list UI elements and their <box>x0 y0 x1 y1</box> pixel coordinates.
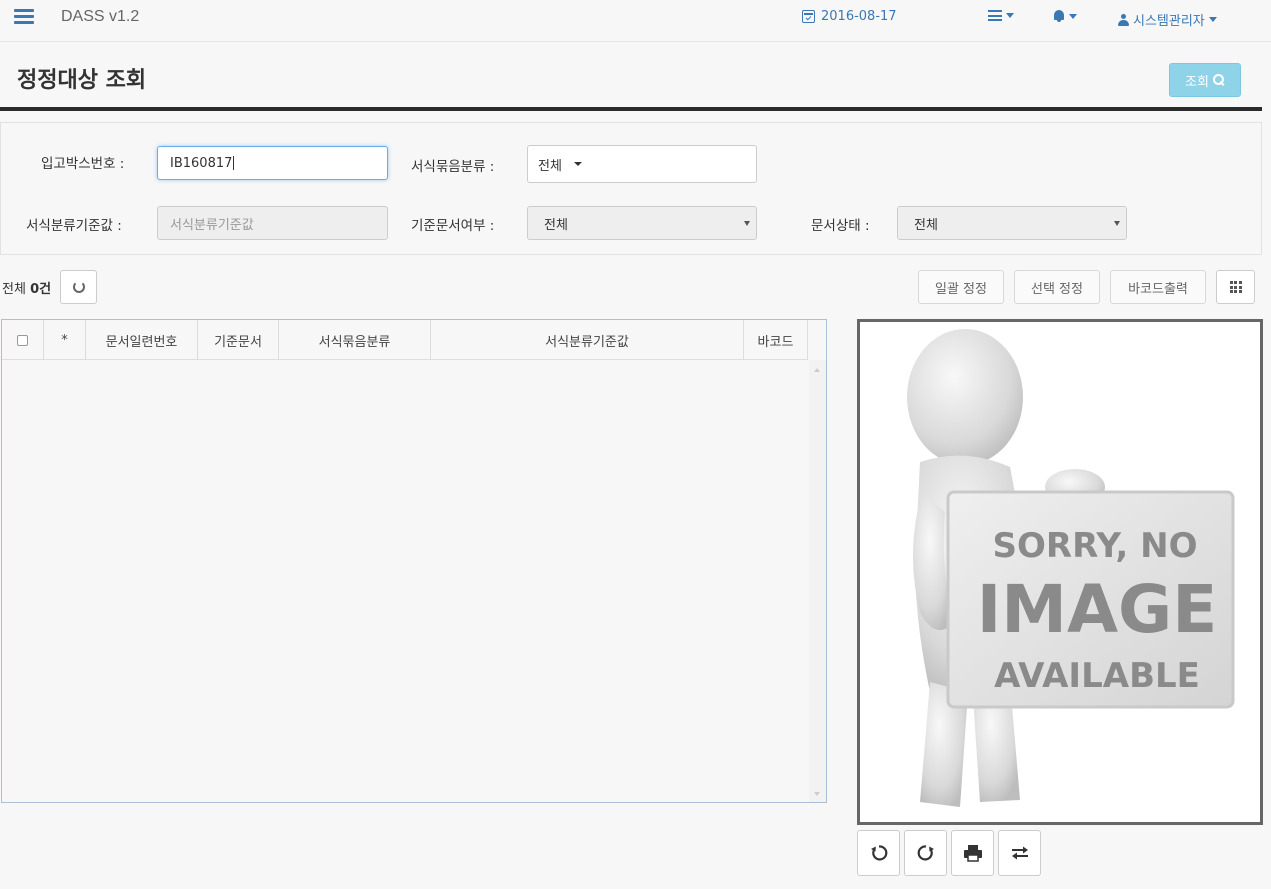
select-all-checkbox[interactable] <box>17 334 28 346</box>
std-doc-value: 전체 <box>544 217 568 233</box>
col-header-marker: * <box>44 320 86 360</box>
page-title: 정정대상 조회 <box>17 68 147 93</box>
title-divider <box>0 107 1262 111</box>
result-count: 전체 0건 <box>2 278 51 297</box>
placeholder-line1: SORRY, NO <box>993 526 1198 566</box>
box-no-label: 입고박스번호 : <box>41 156 125 172</box>
user-icon <box>1118 13 1129 26</box>
swap-button[interactable] <box>998 830 1041 876</box>
count-value: 0건 <box>30 282 52 297</box>
criteria-placeholder: 서식분류기준값 <box>170 217 254 233</box>
bell-icon <box>1053 10 1065 22</box>
date-display: 2016-08-17 <box>802 9 897 24</box>
chevron-down-icon <box>1208 17 1217 22</box>
col-header-criteria[interactable]: 서식분류기준값 <box>431 320 744 360</box>
select-correct-button[interactable]: 선택 정정 <box>1014 270 1100 304</box>
col-header-std-doc[interactable]: 기준문서 <box>198 320 279 360</box>
search-panel: 입고박스번호 : IB160817 서식묶음분류 : 전체 서식분류기준값 : … <box>0 122 1262 255</box>
scroll-down-icon[interactable] <box>814 792 820 796</box>
current-date: 2016-08-17 <box>821 9 897 24</box>
scroll-up-icon[interactable] <box>814 368 820 372</box>
grid-icon <box>1229 281 1242 293</box>
col-header-barcode[interactable]: 바코드 <box>744 320 808 360</box>
print-icon <box>963 845 982 862</box>
caret-down-icon <box>573 162 582 166</box>
refresh-icon <box>72 281 85 293</box>
placeholder-line2: IMAGE <box>977 571 1218 648</box>
app-title: DASS v1.2 <box>61 8 140 25</box>
doc-status-label: 문서상태 : <box>811 218 870 234</box>
bulk-correct-button[interactable]: 일괄 정정 <box>918 270 1004 304</box>
rotate-left-icon <box>870 845 887 861</box>
criteria-input: 서식분류기준값 <box>157 206 388 240</box>
box-no-value: IB160817 <box>170 155 233 171</box>
no-image-placeholder: SORRY, NO IMAGE AVAILABLE <box>907 329 1235 807</box>
document-table: * 문서일련번호 기준문서 서식묶음분류 서식분류기준값 바코드 <box>1 319 827 803</box>
figure-head <box>907 329 1023 465</box>
notifications-dropdown[interactable] <box>1053 10 1077 22</box>
doc-status-select[interactable]: 전체 <box>897 206 1127 240</box>
std-doc-label: 기준문서여부 : <box>411 218 495 234</box>
table-scrollbar[interactable] <box>809 360 826 802</box>
search-button-label: 조회 <box>1185 74 1209 90</box>
group-dropdown[interactable]: 전체 <box>527 145 757 183</box>
print-button[interactable] <box>951 830 994 876</box>
column-grid-button[interactable] <box>1216 270 1255 304</box>
user-name: 시스템관리자 <box>1133 14 1205 29</box>
col-header-doc-serial[interactable]: 문서일련번호 <box>86 320 198 360</box>
image-viewer: SORRY, NO IMAGE AVAILABLE <box>857 319 1263 825</box>
table-header: * 문서일련번호 기준문서 서식묶음분류 서식분류기준값 바코드 <box>2 320 808 360</box>
placeholder-line3: AVAILABLE <box>994 656 1200 696</box>
search-icon <box>1212 74 1225 86</box>
barcode-print-button[interactable]: 바코드출력 <box>1110 270 1206 304</box>
menu-icon[interactable] <box>14 9 34 25</box>
std-doc-select[interactable]: 전체 <box>527 206 757 240</box>
rotate-right-icon <box>917 845 934 861</box>
search-button[interactable]: 조회 <box>1169 63 1241 97</box>
select-all-cell <box>2 320 44 360</box>
user-dropdown[interactable]: 시스템관리자 <box>1118 10 1217 29</box>
caret-down-icon <box>1114 221 1120 226</box>
list-icon <box>988 10 1002 21</box>
group-label: 서식묶음분류 : <box>411 159 495 175</box>
refresh-button[interactable] <box>60 270 97 304</box>
rotate-left-button[interactable] <box>857 830 900 876</box>
chevron-down-icon <box>1006 13 1014 18</box>
chevron-down-icon <box>1069 13 1077 19</box>
doc-status-value: 전체 <box>914 217 938 233</box>
rotate-right-button[interactable] <box>904 830 947 876</box>
box-no-input[interactable]: IB160817 <box>157 146 388 180</box>
calendar-icon <box>802 10 815 23</box>
swap-icon <box>1011 846 1028 860</box>
criteria-label: 서식분류기준값 : <box>26 218 122 234</box>
col-header-group[interactable]: 서식묶음분류 <box>279 320 431 360</box>
caret-down-icon <box>744 221 750 226</box>
count-prefix: 전체 <box>2 282 26 297</box>
group-value: 전체 <box>538 158 562 174</box>
top-navbar: DASS v1.2 2016-08-17 시스템관리자 <box>0 0 1271 42</box>
list-dropdown[interactable] <box>988 10 1014 21</box>
